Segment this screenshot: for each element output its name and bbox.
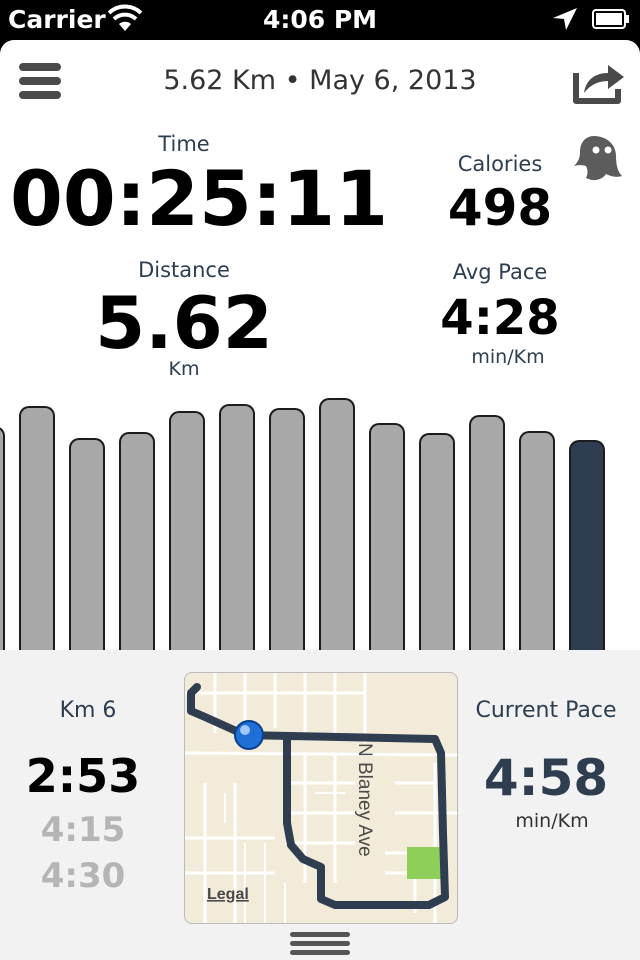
current-pace-label: Current Pace — [475, 698, 617, 723]
pace-bar[interactable] — [269, 408, 305, 650]
distance-value: 5.62 — [95, 281, 273, 365]
status-bar: Carrier 4:06 PM — [0, 0, 640, 40]
pace-bar-chart — [0, 390, 640, 650]
avg-pace-label: Avg Pace — [452, 260, 548, 284]
distance-label: Distance — [138, 258, 230, 282]
split-previous-time-2: 4:30 — [40, 856, 126, 896]
pace-bar[interactable] — [19, 406, 55, 650]
location-arrow-icon — [553, 8, 577, 30]
current-pace-unit: min/Km — [515, 810, 589, 832]
page-title: 5.62 Km • May 6, 2013 — [163, 65, 477, 96]
pace-bar[interactable] — [169, 411, 205, 650]
drawer-handle-icon[interactable] — [290, 932, 350, 958]
pace-bar[interactable] — [569, 440, 605, 650]
pace-bar[interactable] — [119, 432, 155, 650]
route-map[interactable]: N Blaney Ave Legal — [184, 672, 458, 924]
avg-pace-value: 4:28 — [440, 290, 560, 346]
pace-bar[interactable] — [369, 423, 405, 650]
map-legal-link[interactable]: Legal — [207, 886, 249, 903]
pace-bar[interactable] — [469, 415, 505, 650]
avg-pace-unit: min/Km — [471, 346, 545, 368]
calories-label: Calories — [457, 152, 543, 176]
battery-icon — [592, 9, 629, 29]
current-pace-value: 4:58 — [483, 749, 609, 807]
time-label: Time — [158, 132, 210, 156]
distance-unit: Km — [168, 358, 200, 380]
pace-bar[interactable] — [69, 438, 105, 650]
map-street-label: N Blaney Ave — [354, 743, 375, 857]
share-icon[interactable] — [570, 57, 626, 105]
calories-value: 498 — [447, 179, 553, 237]
bottom-panel: Km 6 2:53 4:15 4:30 N Blaney Ave Legal C… — [0, 650, 640, 960]
pace-bar[interactable] — [0, 426, 5, 650]
split-current-time: 2:53 — [25, 749, 141, 803]
pace-bar[interactable] — [419, 433, 455, 650]
menu-icon[interactable] — [19, 63, 61, 99]
status-time: 4:06 PM — [262, 5, 378, 34]
pace-bar[interactable] — [519, 431, 555, 650]
split-label: Km 6 — [59, 698, 117, 723]
time-value: 00:25:11 — [10, 154, 389, 243]
pace-bar[interactable] — [219, 404, 255, 650]
route-map-graphic: N Blaney Ave Legal — [185, 673, 457, 923]
ghost-icon[interactable] — [572, 132, 624, 184]
pace-bar[interactable] — [319, 398, 355, 650]
split-previous-time-1: 4:15 — [40, 810, 126, 850]
